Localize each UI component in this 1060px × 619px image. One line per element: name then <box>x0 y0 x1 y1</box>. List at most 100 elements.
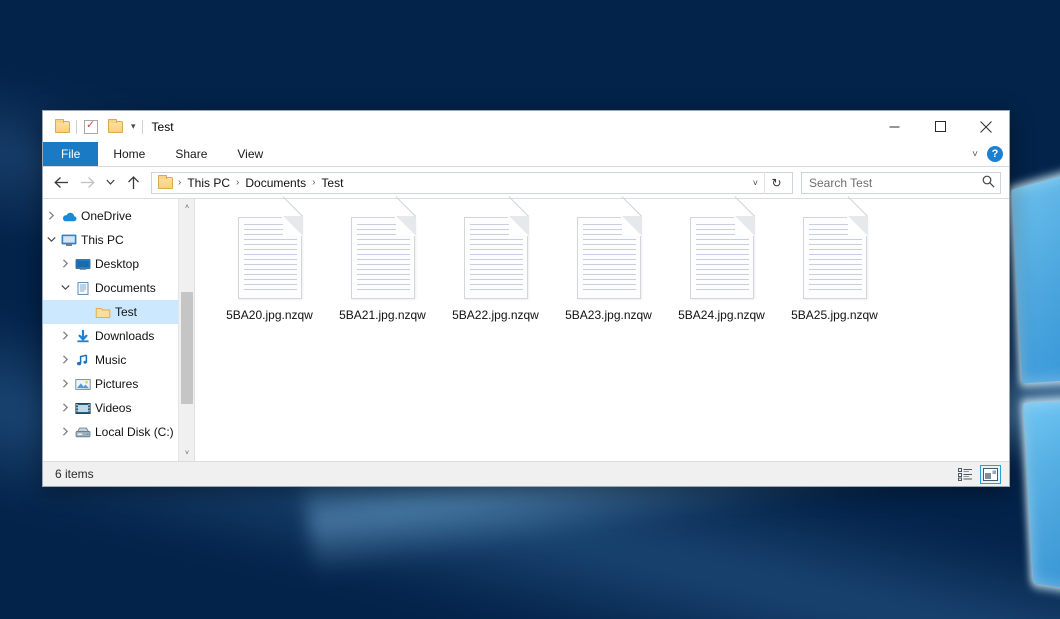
breadcrumb-item-this-pc[interactable]: This PC <box>184 176 233 190</box>
sidebar-item-downloads[interactable]: Downloads <box>43 324 194 348</box>
toolbar-divider <box>76 120 77 134</box>
sidebar-item-videos[interactable]: Videos <box>43 396 194 420</box>
file-item[interactable]: 5BA23.jpg.nzqw <box>552 213 665 322</box>
breadcrumb-separator: › <box>233 177 242 188</box>
sidebar-item-label: This PC <box>78 233 124 247</box>
address-bar: › This PC › Documents › Test ˅ ↻ <box>43 167 1009 198</box>
chevron-right-icon[interactable] <box>57 355 73 366</box>
back-button[interactable] <box>49 171 73 195</box>
maximize-button[interactable] <box>917 111 963 142</box>
navigation-scrollbar[interactable]: ˄ ˅ <box>178 199 194 461</box>
folder-icon[interactable] <box>52 117 72 137</box>
file-name-label: 5BA21.jpg.nzqw <box>339 308 426 322</box>
file-name-label: 5BA24.jpg.nzqw <box>678 308 765 322</box>
generic-document-icon <box>690 217 754 299</box>
sidebar-item-label: OneDrive <box>78 209 132 223</box>
onedrive-icon <box>59 210 78 223</box>
sidebar-item-label: Local Disk (C:) <box>92 425 174 439</box>
sidebar-item-label: Pictures <box>92 377 138 391</box>
breadcrumb-item-documents[interactable]: Documents <box>242 176 309 190</box>
file-item[interactable]: 5BA21.jpg.nzqw <box>326 213 439 322</box>
scroll-up-arrow-icon[interactable]: ˄ <box>179 199 195 215</box>
recent-locations-button[interactable] <box>101 171 119 195</box>
properties-icon[interactable] <box>81 117 101 137</box>
sidebar-item-label: Test <box>112 305 137 319</box>
window-title: Test <box>152 120 174 134</box>
tab-share[interactable]: Share <box>160 142 222 166</box>
generic-document-icon <box>351 217 415 299</box>
minimize-button[interactable] <box>871 111 917 142</box>
breadcrumb-bar[interactable]: › This PC › Documents › Test ˅ ↻ <box>151 172 793 194</box>
sidebar-item-label: Documents <box>92 281 156 295</box>
generic-document-icon <box>577 217 641 299</box>
tab-home[interactable]: Home <box>98 142 160 166</box>
sidebar-item-onedrive[interactable]: OneDrive <box>43 204 194 228</box>
status-bar: 6 items <box>43 461 1009 486</box>
search-input[interactable] <box>809 176 982 190</box>
window-controls <box>871 111 1009 142</box>
chevron-right-icon[interactable] <box>57 403 73 414</box>
refresh-icon[interactable]: ↻ <box>764 172 788 194</box>
sidebar-item-music[interactable]: Music <box>43 348 194 372</box>
chevron-right-icon[interactable] <box>57 427 73 438</box>
pictures-icon <box>73 378 92 391</box>
large-icons-view-button[interactable] <box>980 465 1001 484</box>
scroll-down-arrow-icon[interactable]: ˅ <box>179 445 195 461</box>
customize-caret-icon[interactable]: ▾ <box>129 121 138 132</box>
sidebar-item-this-pc[interactable]: This PC <box>43 228 194 252</box>
file-name-label: 5BA22.jpg.nzqw <box>452 308 539 322</box>
folder-tree: OneDrive This PC Desktop Documents Test Downl… <box>43 199 194 444</box>
chevron-down-icon[interactable]: ˅ <box>747 178 764 188</box>
quick-access-toolbar: ▾ <box>43 117 143 137</box>
sidebar-item-label: Music <box>92 353 126 367</box>
close-button[interactable] <box>963 111 1009 142</box>
search-icon[interactable] <box>982 175 995 191</box>
tab-view[interactable]: View <box>222 142 278 166</box>
help-icon[interactable]: ? <box>987 146 1003 162</box>
chevron-right-icon[interactable] <box>57 331 73 342</box>
folder-icon <box>93 306 112 319</box>
file-name-label: 5BA20.jpg.nzqw <box>226 308 313 322</box>
breadcrumb-item-test[interactable]: Test <box>318 176 346 190</box>
sidebar-item-pictures[interactable]: Pictures <box>43 372 194 396</box>
scrollbar-thumb[interactable] <box>181 292 193 404</box>
chevron-right-icon[interactable] <box>43 211 59 222</box>
tab-file[interactable]: File <box>43 142 98 166</box>
windows-logo <box>1007 85 1060 619</box>
new-folder-icon[interactable] <box>105 117 125 137</box>
ribbon-right-controls: ˅ ? <box>972 142 1003 166</box>
file-item[interactable]: 5BA20.jpg.nzqw <box>213 213 326 322</box>
chevron-right-icon[interactable] <box>57 259 73 270</box>
file-item[interactable]: 5BA24.jpg.nzqw <box>665 213 778 322</box>
explorer-body: OneDrive This PC Desktop Documents Test Downl… <box>43 198 1009 461</box>
file-item[interactable]: 5BA22.jpg.nzqw <box>439 213 552 322</box>
sidebar-item-label: Downloads <box>92 329 154 343</box>
search-box[interactable] <box>801 172 1001 194</box>
item-count-label: 6 items <box>55 467 94 481</box>
generic-document-icon <box>464 217 528 299</box>
chevron-down-icon[interactable] <box>57 284 73 293</box>
sidebar-item-desktop[interactable]: Desktop <box>43 252 194 276</box>
file-name-label: 5BA23.jpg.nzqw <box>565 308 652 322</box>
folder-icon <box>158 177 173 189</box>
chevron-right-icon[interactable] <box>57 379 73 390</box>
logo-pane <box>1011 170 1060 383</box>
file-explorer-window: ▾ Test File Home Share View ˅ ? <box>42 110 1010 487</box>
file-item[interactable]: 5BA25.jpg.nzqw <box>778 213 891 322</box>
details-view-button[interactable] <box>955 465 976 484</box>
sidebar-item-test[interactable]: Test <box>43 300 194 324</box>
videos-icon <box>73 402 92 415</box>
chevron-down-icon[interactable]: ˅ <box>972 149 978 160</box>
sidebar-item-documents[interactable]: Documents <box>43 276 194 300</box>
ribbon-tab-bar: File Home Share View ˅ ? <box>43 142 1009 166</box>
up-button[interactable] <box>121 171 145 195</box>
logo-pane <box>1023 400 1060 595</box>
breadcrumb: › This PC › Documents › Test <box>157 176 747 190</box>
sidebar-item-label: Desktop <box>92 257 139 271</box>
sidebar-item-label: Videos <box>92 401 131 415</box>
sidebar-item-local-disk-c[interactable]: Local Disk (C:) <box>43 420 194 444</box>
chevron-down-icon[interactable] <box>43 236 59 245</box>
forward-button[interactable] <box>75 171 99 195</box>
file-list[interactable]: 5BA20.jpg.nzqw 5BA21.jpg.nzqw 5BA22.jpg.nz… <box>195 199 1009 461</box>
desktop-icon <box>73 258 92 271</box>
